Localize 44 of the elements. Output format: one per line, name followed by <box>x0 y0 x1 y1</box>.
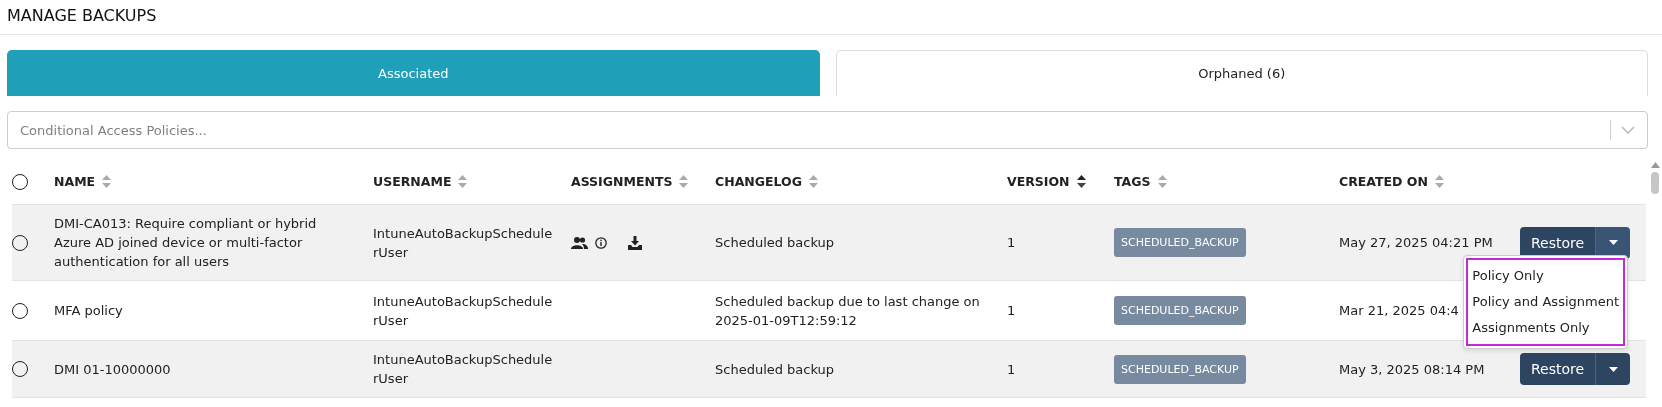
menu-item[interactable]: Policy and Assignment <box>1472 289 1619 315</box>
table-cell-text: IntuneAutoBackupSchedulerUser <box>373 351 554 388</box>
table-cell-text: May 27, 2025 04:21 PM <box>1339 234 1493 252</box>
column-header: ASSIGNMENTS <box>571 173 673 191</box>
restore-menu-button[interactable] <box>1596 353 1631 385</box>
table-cell-text: Scheduled backup due to last change on 2025-01-09T12:59:12 <box>715 292 981 330</box>
table-cell-text: 1 <box>1007 360 1016 379</box>
column-header: CREATED ON <box>1339 173 1428 191</box>
caret-icon <box>1608 240 1618 245</box>
table-cell-text: Scheduled backup <box>715 360 835 379</box>
table-cell-text: DMI 01-10000000 <box>54 360 172 379</box>
table-cell-text: 1 <box>1007 302 1016 320</box>
scrollbar-thumb[interactable] <box>1651 172 1659 194</box>
tag-badge: SCHEDULED_BACKUP <box>1114 354 1246 384</box>
tag-badge: SCHEDULED_BACKUP <box>1114 228 1246 257</box>
table-cell-text: May 3, 2025 08:14 PM <box>1339 360 1485 379</box>
restore-button[interactable]: Restore <box>1520 353 1597 385</box>
column-header: CHANGELOG <box>715 173 802 191</box>
table-cell-text: 1 <box>1007 234 1016 252</box>
table-cell-text: DMI-CA013: Require compliant or hybrid Azure AD joined device or multi-factor authentication for all users <box>54 215 318 271</box>
page-title: MANAGE BACKUPS <box>0 0 1662 35</box>
column-header: NAME <box>54 173 96 191</box>
info-icon[interactable] <box>595 236 607 249</box>
tag-badge: SCHEDULED_BACKUP <box>1114 296 1246 325</box>
policy-select[interactable]: Conditional Access Policies... <box>7 111 1648 149</box>
restore-menu-button[interactable] <box>1596 226 1631 259</box>
column-header: TAGS <box>1114 173 1151 191</box>
sort-icon[interactable] <box>1076 175 1086 188</box>
scroll-up-icon[interactable] <box>1650 162 1660 168</box>
table-cell-text: MFA policy <box>54 302 124 320</box>
users-icon[interactable] <box>571 236 588 249</box>
table-cell-text: Mar 21, 2025 04:4 <box>1339 302 1459 320</box>
chevron-down-icon <box>1621 126 1635 134</box>
download-icon[interactable] <box>628 235 642 250</box>
table-cell-text: Scheduled backup <box>715 234 835 252</box>
menu-item[interactable]: Policy Only <box>1472 263 1619 289</box>
caret-icon <box>1608 366 1618 372</box>
table-cell-text: IntuneAutoBackupSchedulerUser <box>373 292 554 330</box>
table-cell-text: IntuneAutoBackupSchedulerUser <box>373 224 554 262</box>
policy-select-input[interactable]: Conditional Access Policies... <box>18 121 1600 139</box>
column-header: USERNAME <box>373 173 452 191</box>
tab[interactable]: Orphaned (6) <box>835 50 1648 96</box>
menu-item[interactable]: Assignments Only <box>1472 315 1619 341</box>
column-header: VERSION <box>1007 173 1070 191</box>
